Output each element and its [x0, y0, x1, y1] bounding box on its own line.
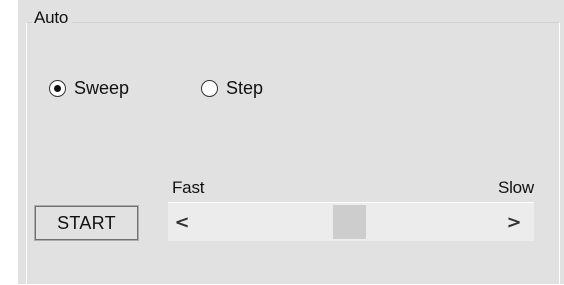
radio-selected-dot-icon — [54, 85, 61, 92]
step-radio-label: Step — [226, 78, 264, 98]
speed-max-label: Slow — [497, 178, 534, 197]
scroll-right-icon[interactable]: > — [502, 210, 526, 234]
speed-scrollbar[interactable]: < > — [168, 202, 534, 241]
groupbox-title: Auto — [32, 8, 73, 28]
sweep-radio-label: Sweep — [74, 78, 130, 98]
start-button[interactable]: START — [34, 205, 139, 241]
step-radio[interactable]: Step — [201, 78, 263, 99]
sweep-radio[interactable]: Sweep — [49, 78, 129, 99]
auto-groupbox — [26, 22, 560, 285]
step-radio-circle[interactable] — [201, 80, 218, 97]
scroll-left-icon[interactable]: < — [170, 210, 194, 234]
speed-min-label: Fast — [172, 178, 205, 197]
scrollbar-thumb[interactable] — [333, 205, 366, 239]
sweep-radio-circle[interactable] — [49, 80, 66, 97]
